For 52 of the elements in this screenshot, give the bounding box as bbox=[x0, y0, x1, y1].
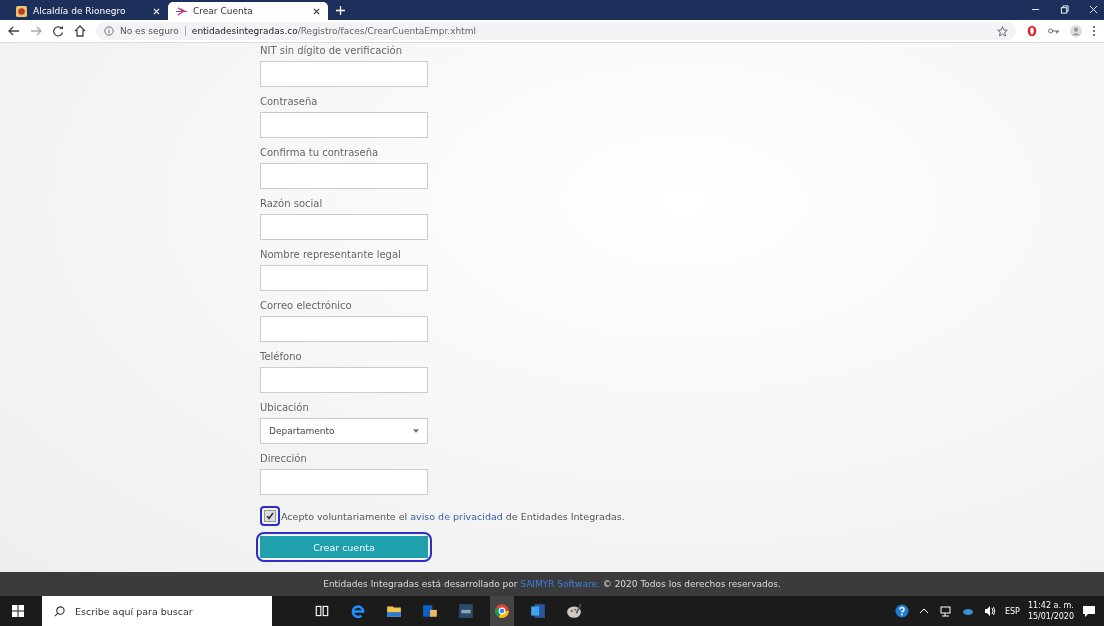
close-icon[interactable] bbox=[313, 7, 320, 15]
field-label: Correo electrónico bbox=[260, 300, 353, 312]
star-icon[interactable] bbox=[997, 25, 1008, 37]
privacy-link[interactable]: aviso de privacidad bbox=[410, 510, 503, 522]
select-field[interactable]: Departamento bbox=[260, 418, 428, 444]
language-indicator[interactable]: ESP bbox=[1004, 606, 1020, 616]
security-label: No es seguro bbox=[120, 26, 186, 36]
help-icon[interactable] bbox=[894, 604, 909, 618]
input-field[interactable] bbox=[260, 61, 428, 87]
info-icon bbox=[104, 26, 114, 36]
input-field[interactable] bbox=[260, 214, 428, 240]
caret-icon bbox=[413, 429, 419, 433]
input-field[interactable] bbox=[260, 316, 428, 342]
input-field[interactable] bbox=[260, 163, 428, 189]
menu-icon[interactable] bbox=[1092, 25, 1096, 37]
new-tab-icon[interactable] bbox=[336, 6, 345, 15]
consent-text: Acepto voluntariamente el aviso de privacidad de Entidades Integradas. bbox=[281, 510, 625, 522]
back-icon[interactable] bbox=[8, 25, 20, 37]
field-label: Razón social bbox=[260, 198, 324, 210]
home-icon[interactable] bbox=[74, 25, 86, 37]
key-icon[interactable] bbox=[1048, 25, 1060, 37]
input-field[interactable] bbox=[260, 367, 428, 393]
clock-time[interactable]: 11:42 a. m. bbox=[1028, 600, 1074, 611]
url-text: entidadesintegradas.co/Registro/faces/CrearCuentaEmpr.xhtml bbox=[191, 26, 477, 36]
input-field[interactable] bbox=[260, 112, 428, 138]
field-label: Ubicación bbox=[260, 402, 310, 414]
field-label: Nombre representante legal bbox=[260, 249, 402, 261]
field-label: Contraseña bbox=[260, 96, 319, 108]
windows-start-icon[interactable] bbox=[12, 605, 24, 617]
seal-icon bbox=[16, 5, 27, 17]
chrome-icon[interactable] bbox=[490, 596, 514, 626]
network-icon[interactable] bbox=[938, 604, 953, 618]
browser-tab[interactable]: Crear Cuenta bbox=[168, 2, 328, 20]
field-label: NIT sin dígito de verificación bbox=[260, 45, 403, 57]
browser-tab[interactable]: Alcaldía de Rionegro bbox=[8, 2, 168, 20]
input-field[interactable] bbox=[260, 265, 428, 291]
speaker-icon[interactable] bbox=[982, 604, 997, 618]
avatar-icon[interactable] bbox=[1070, 25, 1082, 37]
search-icon bbox=[54, 605, 65, 617]
field-label: Confirma tu contraseña bbox=[260, 147, 380, 159]
arrows-icon bbox=[176, 5, 187, 17]
footer-text: Entidades Integradas está desarrollado por SAIMYR Software. © 2020 Todos los derechos reservados. bbox=[323, 579, 781, 589]
clock-date[interactable]: 15/01/2020 bbox=[1027, 611, 1074, 622]
restore-icon[interactable] bbox=[1060, 5, 1069, 14]
opera-icon[interactable] bbox=[1026, 25, 1038, 37]
field-label: Teléfono bbox=[260, 351, 303, 363]
field-label: Dirección bbox=[260, 453, 308, 465]
address-bar[interactable]: No es seguro entidadesintegradas.co/Registro/faces/CrearCuentaEmpr.xhtml bbox=[96, 22, 1016, 40]
search-field[interactable]: Escribe aquí para buscar bbox=[42, 596, 272, 626]
notifications-icon[interactable] bbox=[1082, 604, 1096, 618]
reload-icon[interactable] bbox=[52, 25, 64, 37]
input-field[interactable] bbox=[260, 469, 428, 495]
